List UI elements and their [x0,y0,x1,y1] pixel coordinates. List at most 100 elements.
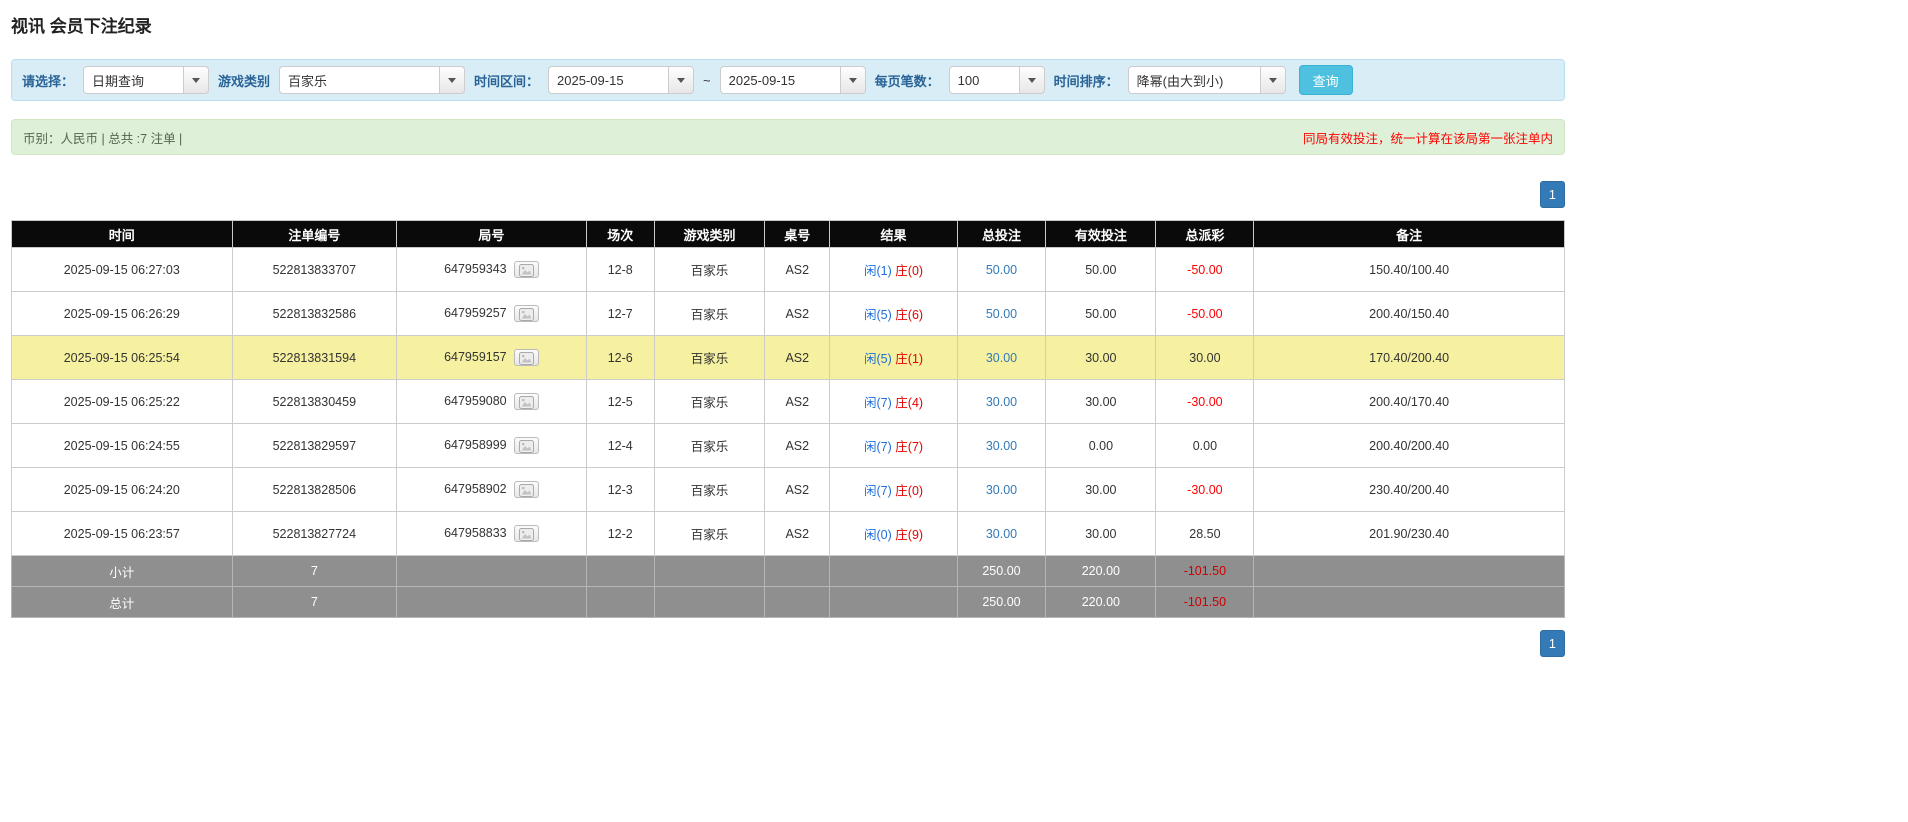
date-from-dropdown-button[interactable] [668,66,695,94]
game-type-dropdown-button[interactable] [439,66,466,94]
col-header-result: 结果 [829,220,958,248]
cell-note: 230.40/200.40 [1253,467,1565,512]
result-player: 闲(7) [864,440,892,454]
filter-bar: 请选择： 游戏类别 时间区间： ~ 每页笔数： 时间排序： [11,59,1565,101]
total-bet-link[interactable]: 30.00 [986,395,1017,409]
round-media-button[interactable] [513,393,539,410]
date-from-input[interactable] [548,66,669,94]
table-row[interactable]: 2025-09-15 06:25:22 522813830459 647959080… [11,379,1565,424]
time-range-label: 时间区间： [474,73,540,89]
grand-total-count: 7 [231,586,398,618]
empty-cell [829,586,958,618]
result-banker: 庄(9) [895,528,924,542]
page-number-button[interactable]: 1 [1539,630,1565,657]
grand-total-label: 总计 [11,586,233,618]
page-size-label: 每页笔数： [874,73,940,89]
empty-cell [585,555,655,587]
cell-note: 150.40/100.40 [1253,247,1565,292]
round-id-text: 647959157 [444,349,507,364]
result-banker: 庄(4) [895,396,924,410]
result-player: 闲(5) [864,352,892,366]
round-media-button[interactable] [513,305,539,322]
time-sort-dropdown-button[interactable] [1259,66,1286,94]
result-player: 闲(0) [864,528,892,542]
cell-game-type: 百家乐 [653,291,766,336]
cell-valid-bet: 30.00 [1045,467,1157,512]
round-id-text: 647958999 [444,437,507,452]
col-header-table-no: 桌号 [764,220,831,248]
date-from-combobox [548,66,695,94]
photo-icon [518,396,534,409]
cell-bet-id: 522813831594 [231,335,398,380]
date-to-input[interactable] [719,66,840,94]
total-bet-link[interactable]: 30.00 [986,439,1017,453]
cell-table-no: AS2 [764,467,831,512]
page-size-input[interactable] [948,66,1019,94]
page-size-dropdown-button[interactable] [1018,66,1045,94]
empty-cell [764,555,831,587]
round-media-button[interactable] [513,261,539,278]
cell-note: 170.40/200.40 [1253,335,1565,380]
cell-payout: -30.00 [1155,379,1255,424]
cell-bet-id: 522813829597 [231,423,398,468]
subtotal-payout: -101.50 [1155,555,1255,587]
result-banker: 庄(7) [895,440,924,454]
col-header-valid-bet: 有效投注 [1045,220,1157,248]
round-media-button[interactable] [513,437,539,454]
table-row[interactable]: 2025-09-15 06:24:20 522813828506 647958902… [11,467,1565,512]
cell-valid-bet: 30.00 [1045,511,1157,556]
page-container: 视讯 会员下注纪录 请选择： 游戏类别 时间区间： ~ 每页笔数： 时间排序： [11,0,1565,657]
cell-payout: 30.00 [1155,335,1255,380]
grand-total-valid-bet: 220.00 [1045,586,1157,618]
cell-round-id: 647958833 [396,511,587,556]
page-number-button[interactable]: 1 [1539,181,1565,208]
cell-bet-id: 522813828506 [231,467,398,512]
game-type-input[interactable] [279,66,440,94]
table-row[interactable]: 2025-09-15 06:26:29 522813832586 647959257… [11,291,1565,336]
table-row[interactable]: 2025-09-15 06:24:55 522813829597 647958999… [11,423,1565,468]
table-row[interactable]: 2025-09-15 06:25:54 522813831594 647959157… [11,335,1565,380]
table-header-row: 时间 注单编号 局号 场次 游戏类别 桌号 结果 总投注 有效投注 总派彩 备注 [11,220,1565,248]
cell-session: 12-8 [585,247,655,292]
search-button[interactable]: 查询 [1298,65,1353,95]
table-row[interactable]: 2025-09-15 06:27:03 522813833707 647959343… [11,247,1565,292]
subtotal-count: 7 [231,555,398,587]
result-player: 闲(5) [864,308,892,322]
cell-time: 2025-09-15 06:24:55 [11,423,233,468]
round-media-button[interactable] [513,525,539,542]
cell-total-bet: 30.00 [956,511,1047,556]
total-bet-link[interactable]: 50.00 [986,263,1017,277]
round-id-text: 647959343 [444,261,507,276]
table-row[interactable]: 2025-09-15 06:23:57 522813827724 647958833… [11,511,1565,556]
cell-total-bet: 30.00 [956,335,1047,380]
select-type-dropdown-button[interactable] [183,66,210,94]
cell-session: 12-4 [585,423,655,468]
round-media-button[interactable] [513,481,539,498]
bet-records-table: 时间 注单编号 局号 场次 游戏类别 桌号 结果 总投注 有效投注 总派彩 备注 2025-09-1… [11,220,1565,618]
cell-valid-bet: 30.00 [1045,379,1157,424]
empty-cell [1253,555,1565,587]
game-type-label: 游戏类别 [218,73,271,89]
table-body: 2025-09-15 06:27:03 522813833707 647959343… [11,247,1565,556]
pagination-bottom: 1 [11,630,1565,657]
cell-payout: 28.50 [1155,511,1255,556]
currency-summary-text: 币别：人民币 | 总共 :7 注单 | [23,131,183,146]
cell-table-no: AS2 [764,511,831,556]
round-media-button[interactable] [513,349,539,366]
chevron-down-icon [448,77,457,83]
cell-game-type: 百家乐 [653,335,766,380]
time-sort-combobox [1127,66,1286,94]
time-sort-input[interactable] [1127,66,1260,94]
total-bet-link[interactable]: 30.00 [986,483,1017,497]
cell-total-bet: 30.00 [956,467,1047,512]
total-bet-link[interactable]: 50.00 [986,307,1017,321]
select-type-input[interactable] [83,66,184,94]
result-banker: 庄(0) [895,264,924,278]
total-bet-link[interactable]: 30.00 [986,527,1017,541]
cell-result: 闲(5) 庄(1) [829,335,958,380]
cell-bet-id: 522813832586 [231,291,398,336]
result-banker: 庄(1) [895,352,924,366]
grand-total-row: 总计 7 250.00 220.00 -101.50 [11,586,1565,618]
total-bet-link[interactable]: 30.00 [986,351,1017,365]
date-to-dropdown-button[interactable] [839,66,866,94]
